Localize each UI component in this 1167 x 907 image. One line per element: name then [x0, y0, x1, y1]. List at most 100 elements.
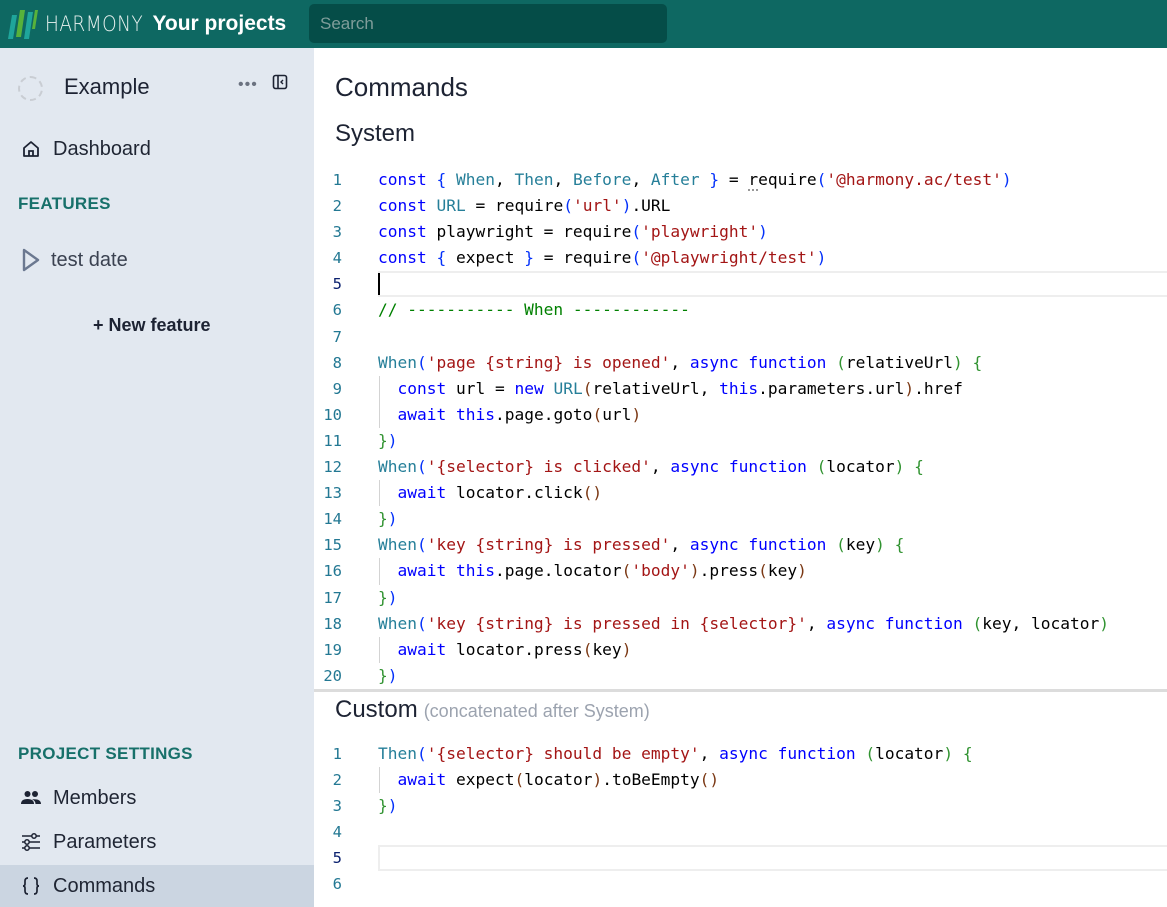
code-text: // ----------- When ------------ [378, 300, 690, 320]
sidebar-item-label: Dashboard [53, 137, 151, 160]
sliders-icon [20, 831, 42, 853]
line-number: 3 [332, 223, 342, 242]
line-number: 12 [323, 458, 342, 477]
harmony-logo-icon [8, 10, 38, 39]
code-line[interactable]: 13 await locator.click() [314, 480, 1167, 507]
line-number: 9 [332, 379, 342, 398]
line-number: 3 [332, 797, 342, 816]
code-line[interactable]: 14}) [314, 506, 1167, 532]
braces-icon [20, 875, 42, 897]
code-line[interactable]: 2 const URL = require('url').URL [314, 193, 1167, 219]
code-line[interactable]: 4 const { expect } = require('@playwright… [314, 245, 1167, 271]
code-line[interactable]: 15 When('key {string} is pressed', async … [314, 532, 1167, 558]
code-text: When('page {string} is opened', async fu… [378, 352, 983, 372]
line-number: 2 [332, 771, 342, 790]
code-line[interactable]: 5 [314, 845, 1167, 872]
page-title: Commands [335, 72, 468, 102]
project-avatar-placeholder [18, 76, 43, 101]
code-line[interactable]: 11}) [314, 428, 1167, 454]
text-cursor [378, 273, 380, 296]
people-icon [20, 787, 42, 809]
code-line[interactable]: 6 [314, 871, 1167, 897]
code-line[interactable]: 8 When('page {string} is opened', async f… [314, 350, 1167, 376]
code-text: }) [378, 665, 398, 685]
code-line[interactable]: 20}) [314, 663, 1167, 689]
code-text: await locator.press(key) [397, 639, 632, 659]
line-number: 6 [332, 875, 342, 894]
sidebar-item-parameters[interactable]: Parameters [0, 821, 314, 863]
project-name[interactable]: Example [64, 74, 150, 100]
system-code-editor[interactable]: 1 const { When, Then, Before, After } = r… [314, 167, 1167, 689]
sidebar-item-commands[interactable]: Commands [0, 865, 314, 907]
code-text: await locator.click() [397, 483, 603, 503]
editor-divider [314, 689, 1167, 692]
logo-text: HARMONY [45, 12, 144, 36]
sidebar-item-members[interactable]: Members [0, 777, 314, 819]
line-number: 1 [332, 745, 342, 763]
code-text: When('{selector} is clicked', async func… [378, 457, 924, 477]
code-text: }) [378, 796, 398, 816]
code-line[interactable]: 1 Then('{selector} should be empty', asyn… [314, 741, 1167, 767]
code-text: When('key {string} is pressed', async fu… [378, 535, 905, 555]
line-number: 10 [323, 405, 342, 424]
line-number: 1 [332, 171, 342, 189]
line-number: 7 [332, 327, 342, 346]
code-text: Then('{selector} should be empty', async… [378, 744, 973, 763]
line-number: 16 [323, 562, 342, 581]
line-number: 4 [332, 249, 342, 268]
code-line[interactable]: 6 // ----------- When ------------ [314, 297, 1167, 323]
line-number: 5 [332, 275, 342, 294]
harmony-logo[interactable]: HARMONY [7, 0, 156, 48]
code-line[interactable]: 7 [314, 324, 1167, 350]
line-number: 5 [332, 849, 342, 868]
top-bar: HARMONY Your projects [0, 0, 1167, 48]
collapse-sidebar-icon[interactable] [272, 74, 288, 90]
feature-item-test-date[interactable]: test date [0, 239, 314, 281]
sidebar-item-dashboard[interactable]: Dashboard [0, 128, 314, 170]
custom-subtitle: (concatenated after System) [423, 701, 650, 721]
search-input[interactable] [309, 4, 667, 43]
line-number: 6 [332, 301, 342, 320]
feature-label: test date [51, 248, 128, 271]
custom-code-editor[interactable]: 1 Then('{selector} should be empty', asyn… [314, 741, 1167, 898]
code-line[interactable]: 9 const url = new URL(relativeUrl, this.… [314, 375, 1167, 402]
project-settings-section-title: PROJECT SETTINGS [18, 744, 193, 763]
code-line[interactable]: 5 [314, 271, 1167, 298]
code-line[interactable]: 1 const { When, Then, Before, After } = r… [314, 167, 1167, 193]
new-feature-button[interactable]: + New feature [93, 315, 211, 336]
code-text: const { expect } = require('@playwright/… [378, 248, 827, 268]
code-line[interactable]: 17}) [314, 585, 1167, 611]
code-line[interactable]: 16 await this.page.locator('body').press… [314, 558, 1167, 585]
custom-title: Custom [335, 696, 418, 723]
line-number: 19 [323, 640, 342, 659]
sidebar: Example ••• Dashboard FEATURES test date… [0, 48, 314, 907]
sidebar-item-label: Commands [53, 874, 156, 897]
code-line[interactable]: 3 const playwright = require('playwright'… [314, 219, 1167, 245]
code-line[interactable]: 4 [314, 819, 1167, 845]
code-text: const url = new URL(relativeUrl, this.pa… [397, 378, 963, 398]
home-icon [20, 138, 42, 160]
play-outline-icon [21, 248, 41, 272]
custom-section-title: Custom (concatenated after System) [335, 696, 650, 724]
code-line[interactable]: 3}) [314, 793, 1167, 819]
code-line[interactable]: 18 When('key {string} is pressed in {sele… [314, 611, 1167, 637]
code-text: await this.page.locator('body').press(ke… [397, 561, 807, 581]
code-line[interactable]: 2 await expect(locator).toBeEmpty() [314, 767, 1167, 794]
line-number: 14 [323, 510, 342, 529]
code-text: await this.page.goto(url) [397, 404, 642, 424]
code-text: const { When, Then, Before, After } = re… [378, 170, 1012, 189]
your-projects-link[interactable]: Your projects [152, 12, 286, 36]
code-line[interactable]: 19 await locator.press(key) [314, 636, 1167, 663]
system-section-title: System [335, 120, 416, 147]
code-line[interactable]: 10 await this.page.goto(url) [314, 401, 1167, 428]
code-text: When('key {string} is pressed in {select… [378, 613, 1109, 633]
code-line[interactable]: 12 When('{selector} is clicked', async fu… [314, 454, 1167, 480]
more-options-button[interactable]: ••• [238, 76, 258, 94]
code-text: }) [378, 430, 398, 450]
line-number: 17 [323, 588, 342, 607]
code-text: await expect(locator).toBeEmpty() [397, 770, 720, 790]
code-text: const URL = require('url').URL [378, 196, 671, 216]
sidebar-item-label: Members [53, 786, 137, 809]
sidebar-item-label: Parameters [53, 830, 157, 853]
code-text: }) [378, 509, 398, 529]
